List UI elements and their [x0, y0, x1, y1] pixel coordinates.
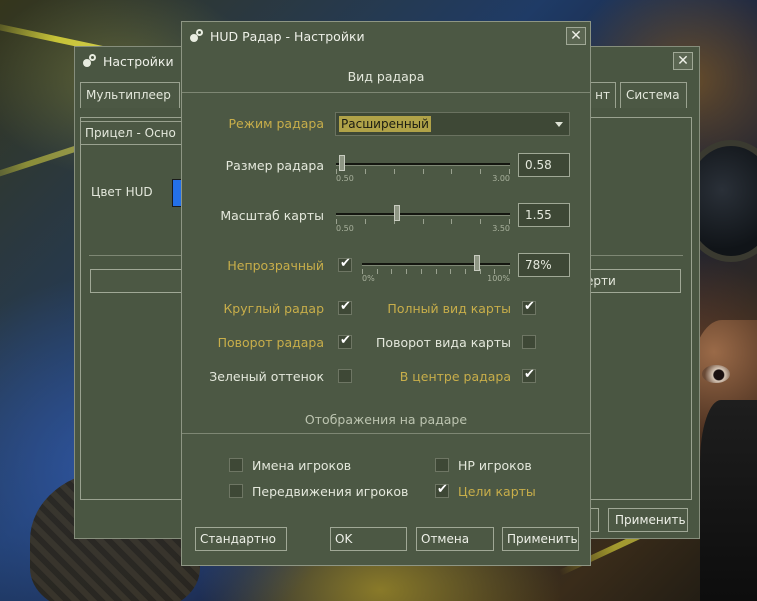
slider-tick	[364, 169, 366, 174]
round-radar-label: Круглый радар	[223, 301, 324, 316]
radar-size-value[interactable]: 0.58	[518, 153, 570, 177]
slider-thumb[interactable]	[474, 255, 481, 271]
slider-tick	[450, 269, 452, 274]
slider-min-label: 0.50	[336, 174, 354, 183]
green-tint-label: Зеленый оттенок	[209, 369, 324, 384]
tab-multiplayer[interactable]: Мультиплеер	[80, 82, 180, 108]
hud-color-label: Цвет HUD	[91, 185, 153, 199]
player-hp-checkbox[interactable]	[435, 458, 449, 472]
slider-max-label: 3.50	[492, 224, 510, 233]
map-view-rotation-label: Поворот вида карты	[376, 335, 511, 350]
settings-close-button[interactable]: ✕	[673, 52, 693, 70]
slider-tick	[422, 219, 424, 224]
slider-tick	[435, 269, 437, 274]
green-tint-checkbox[interactable]	[338, 369, 352, 383]
player-hp-label: HP игроков	[458, 458, 532, 473]
full-map-view-checkbox[interactable]	[522, 299, 536, 315]
slider-ticks	[336, 219, 510, 224]
map-scale-value[interactable]: 1.55	[518, 203, 570, 227]
radar-rotation-label: Поворот радара	[217, 335, 324, 350]
steam-icon	[83, 54, 97, 68]
opacity-label: Непрозрачный	[227, 258, 324, 273]
slider-ticks	[336, 169, 510, 174]
section-radar-display: Отображения на радаре	[304, 412, 468, 427]
slider-track	[336, 213, 510, 216]
dialog-title: HUD Радар - Настройки	[210, 28, 365, 44]
apply-button[interactable]: Применить	[502, 527, 579, 551]
background-eye	[702, 365, 730, 383]
radar-size-slider[interactable]: 0.50 3.00	[336, 152, 510, 183]
slider-tick	[480, 169, 482, 174]
map-objectives-checkbox[interactable]	[435, 482, 449, 498]
settings-title: Настройки	[103, 53, 174, 69]
map-scale-label: Масштаб карты	[220, 208, 324, 223]
dialog-close-button[interactable]: ✕	[566, 27, 586, 45]
section-radar-view: Вид радара	[347, 69, 425, 84]
slider-min-label: 0.50	[336, 224, 354, 233]
dialog-titlebar[interactable]: HUD Радар - Настройки	[182, 22, 590, 50]
player-movement-checkbox[interactable]	[229, 484, 243, 498]
divider	[182, 433, 590, 434]
cancel-button[interactable]: Отмена	[416, 527, 494, 551]
slider-max-label: 100%	[487, 274, 510, 283]
slider-tick	[464, 269, 466, 274]
opacity-checkbox[interactable]	[338, 256, 352, 272]
radar-size-label: Размер радара	[225, 158, 324, 173]
slider-tick	[451, 219, 453, 224]
slider-track	[362, 263, 510, 266]
slider-tick	[393, 169, 395, 174]
hud-radar-dialog: HUD Радар - Настройки ✕ Вид радара Режим…	[181, 21, 591, 566]
opacity-slider[interactable]: 0% 100%	[362, 252, 510, 283]
slider-min-label: 0%	[362, 274, 375, 283]
slider-tick	[391, 269, 393, 274]
chevron-down-icon	[555, 122, 563, 127]
radar-centered-checkbox[interactable]	[522, 367, 536, 383]
divider	[182, 92, 590, 93]
radar-mode-dropdown[interactable]: Расширенный	[335, 112, 570, 136]
background-mask	[700, 400, 757, 601]
slider-track	[336, 163, 510, 166]
round-radar-checkbox[interactable]	[338, 299, 352, 315]
slider-tick	[376, 269, 378, 274]
slider-tick	[406, 269, 408, 274]
map-view-rotation-checkbox[interactable]	[522, 335, 536, 349]
radar-centered-label: В центре радара	[399, 369, 511, 384]
slider-tick	[422, 169, 424, 174]
full-map-view-label: Полный вид карты	[387, 301, 511, 316]
steam-icon	[190, 29, 204, 43]
back-field-right[interactable]: ерти	[581, 269, 681, 293]
slider-thumb[interactable]	[338, 155, 345, 171]
ok-button[interactable]: OK	[330, 527, 407, 551]
slider-max-label: 3.00	[492, 174, 510, 183]
tab-system[interactable]: Система	[620, 82, 687, 108]
radar-rotation-checkbox[interactable]	[338, 333, 352, 349]
opacity-value[interactable]: 78%	[518, 253, 570, 277]
slider-tick	[451, 169, 453, 174]
player-movement-label: Передвижения игроков	[252, 484, 409, 499]
map-scale-slider[interactable]: 0.50 3.50	[336, 202, 510, 233]
radar-mode-value: Расширенный	[339, 116, 431, 132]
back-apply-button[interactable]: Применить	[608, 508, 688, 532]
slider-tick	[420, 269, 422, 274]
slider-tick	[364, 219, 366, 224]
slider-tick	[480, 219, 482, 224]
slider-thumb[interactable]	[393, 205, 400, 221]
radar-mode-label: Режим радара	[228, 116, 324, 131]
default-button[interactable]: Стандартно	[195, 527, 287, 551]
player-names-label: Имена игроков	[252, 458, 352, 473]
map-objectives-label: Цели карты	[458, 484, 536, 499]
player-names-checkbox[interactable]	[229, 458, 243, 472]
back-field-left[interactable]	[90, 269, 190, 293]
